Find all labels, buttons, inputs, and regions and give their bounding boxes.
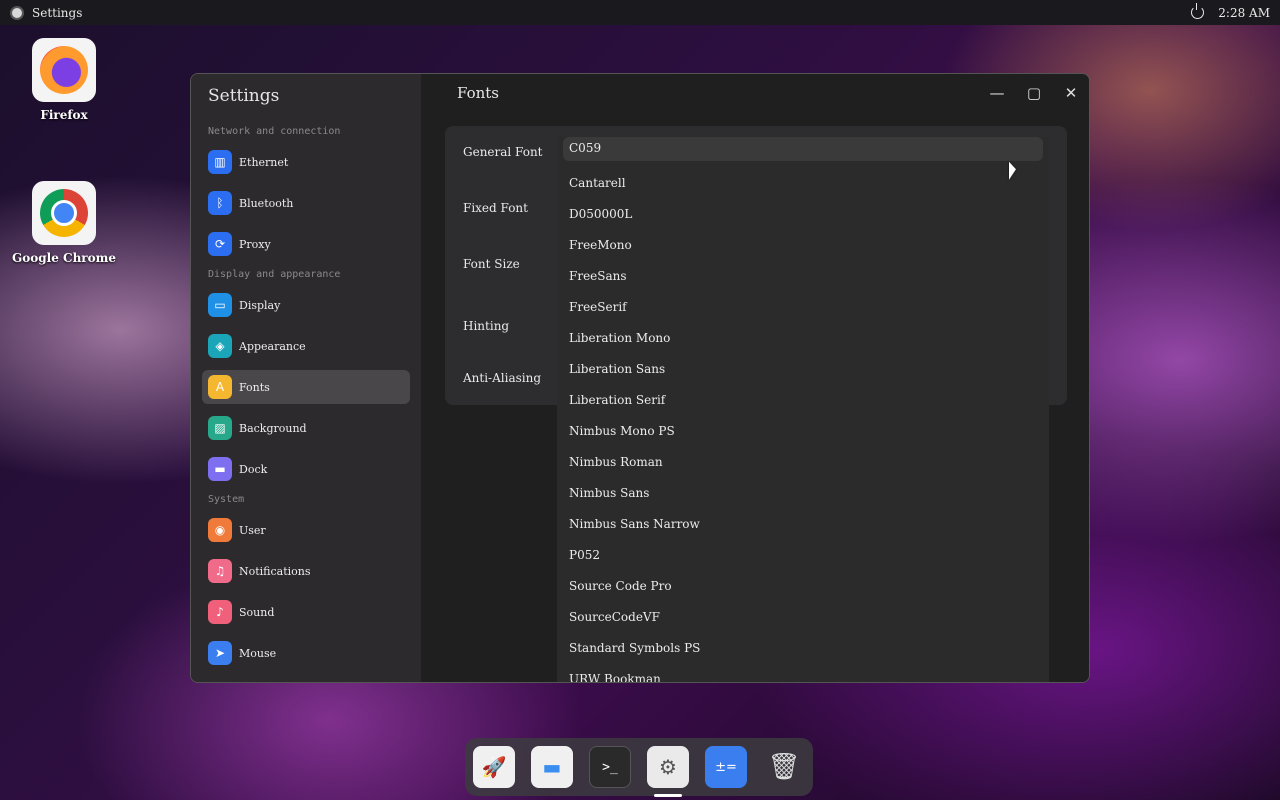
general-font-dropdown-list[interactable]: C059 Cantarell D050000L FreeMono FreeSan…	[557, 137, 1049, 682]
display-icon: ▭	[208, 293, 232, 317]
font-option[interactable]: Liberation Serif	[557, 385, 1049, 416]
sidebar-item-label: Notifications	[239, 564, 311, 578]
proxy-icon: ⟳	[208, 232, 232, 256]
terminal-icon[interactable]: >_	[589, 746, 631, 788]
chrome-icon	[40, 189, 88, 237]
sidebar-item-background[interactable]: ▨ Background	[202, 411, 410, 445]
files-icon[interactable]: ▬	[531, 746, 573, 788]
settings-icon[interactable]: ⚙	[647, 746, 689, 797]
mouse-cursor	[1009, 161, 1016, 183]
desktop-icon-label: Firefox	[40, 108, 88, 122]
font-option[interactable]: Nimbus Roman	[557, 447, 1049, 478]
section-network: Network and connection	[208, 126, 341, 137]
sidebar-item-sound[interactable]: ♪ Sound	[202, 595, 410, 629]
desktop-icon-label: Google Chrome	[12, 251, 116, 265]
sidebar-item-label: Ethernet	[239, 155, 289, 169]
sidebar-item-label: Background	[239, 421, 307, 435]
sidebar-item-dock[interactable]: ▬ Dock	[202, 452, 410, 486]
bluetooth-icon: ᛒ	[208, 191, 232, 215]
font-option[interactable]: Standard Symbols PS	[557, 633, 1049, 664]
sidebar: Settings Network and connection ▥ Ethern…	[191, 74, 421, 682]
settings-window: Settings Network and connection ▥ Ethern…	[190, 73, 1090, 683]
ethernet-icon: ▥	[208, 150, 232, 174]
font-option[interactable]: Nimbus Sans Narrow	[557, 509, 1049, 540]
font-option[interactable]: Liberation Sans	[557, 354, 1049, 385]
sidebar-item-label: Proxy	[239, 237, 271, 251]
desktop-icon-chrome[interactable]: Google Chrome	[9, 181, 119, 265]
sidebar-item-label: Mouse	[239, 646, 277, 660]
clock[interactable]: 2:28 AM	[1218, 6, 1270, 20]
fixed-font-label: Fixed Font	[463, 201, 528, 215]
sidebar-item-bluetooth[interactable]: ᛒ Bluetooth	[202, 186, 410, 220]
trash-icon[interactable]: 🗑	[763, 746, 805, 788]
general-font-label: General Font	[463, 145, 543, 159]
user-icon: ◉	[208, 518, 232, 542]
section-display: Display and appearance	[208, 269, 341, 280]
sidebar-item-label: Dock	[239, 462, 268, 476]
font-size-label: Font Size	[463, 257, 520, 271]
font-option[interactable]: Nimbus Sans	[557, 478, 1049, 509]
sidebar-item-fonts[interactable]: A Fonts	[202, 370, 410, 404]
sidebar-item-display[interactable]: ▭ Display	[202, 288, 410, 322]
dock-icon: ▬	[208, 457, 232, 481]
anti-aliasing-label: Anti-Aliasing	[463, 371, 542, 385]
power-icon[interactable]	[1191, 3, 1205, 19]
font-option[interactable]: Liberation Mono	[557, 323, 1049, 354]
sidebar-item-user[interactable]: ◉ User	[202, 513, 410, 547]
dock: 🚀 ▬ >_ ⚙ ±= 🗑	[465, 738, 813, 797]
font-option[interactable]: FreeMono	[557, 230, 1049, 261]
sidebar-item-label: Bluetooth	[239, 196, 294, 210]
calculator-icon[interactable]: ±=	[705, 746, 747, 788]
app-title: Settings	[208, 86, 280, 106]
section-system: System	[208, 494, 245, 505]
main-content: Fonts — ▢ ✕ General Font Fixed Font Font…	[421, 74, 1089, 682]
font-option[interactable]: URW Bookman	[557, 664, 1049, 682]
sidebar-item-label: Fonts	[239, 380, 270, 394]
mouse-icon: ➤	[208, 641, 232, 665]
font-option[interactable]: SourceCodeVF	[557, 602, 1049, 633]
font-option[interactable]: FreeSerif	[557, 292, 1049, 323]
desktop-icon-firefox[interactable]: Firefox	[9, 38, 119, 122]
font-option[interactable]: FreeSans	[557, 261, 1049, 292]
notifications-icon: ♫	[208, 559, 232, 583]
firefox-icon	[40, 46, 88, 94]
font-option[interactable]: Cantarell	[557, 168, 1049, 199]
font-option[interactable]: Source Code Pro	[557, 571, 1049, 602]
hinting-label: Hinting	[463, 319, 510, 333]
sound-icon: ♪	[208, 600, 232, 624]
background-icon: ▨	[208, 416, 232, 440]
sidebar-item-notifications[interactable]: ♫ Notifications	[202, 554, 410, 588]
font-option[interactable]: P052	[557, 540, 1049, 571]
close-icon[interactable]: ✕	[1060, 82, 1082, 104]
sidebar-item-mouse[interactable]: ➤ Mouse	[202, 636, 410, 670]
font-option[interactable]: Nimbus Mono PS	[557, 416, 1049, 447]
sidebar-item-label: Appearance	[239, 339, 306, 353]
active-app-title: Settings	[32, 5, 83, 20]
appearance-icon: ◈	[208, 334, 232, 358]
launcher-icon[interactable]: 🚀	[473, 746, 515, 788]
sidebar-item-label: Sound	[239, 605, 275, 619]
settings-app-icon	[10, 5, 24, 20]
sidebar-item-appearance[interactable]: ◈ Appearance	[202, 329, 410, 363]
font-option-selected[interactable]: C059	[563, 137, 1043, 161]
fonts-icon: A	[208, 375, 232, 399]
maximize-icon[interactable]: ▢	[1023, 82, 1045, 104]
sidebar-item-ethernet[interactable]: ▥ Ethernet	[202, 145, 410, 179]
sidebar-item-proxy[interactable]: ⟳ Proxy	[202, 227, 410, 261]
font-option[interactable]: D050000L	[557, 199, 1049, 230]
top-bar: Settings 2:28 AM	[0, 0, 1280, 25]
sidebar-item-label: Display	[239, 298, 281, 312]
page-title: Fonts	[457, 84, 500, 102]
sidebar-item-label: User	[239, 523, 266, 537]
minimize-icon[interactable]: —	[986, 82, 1008, 104]
